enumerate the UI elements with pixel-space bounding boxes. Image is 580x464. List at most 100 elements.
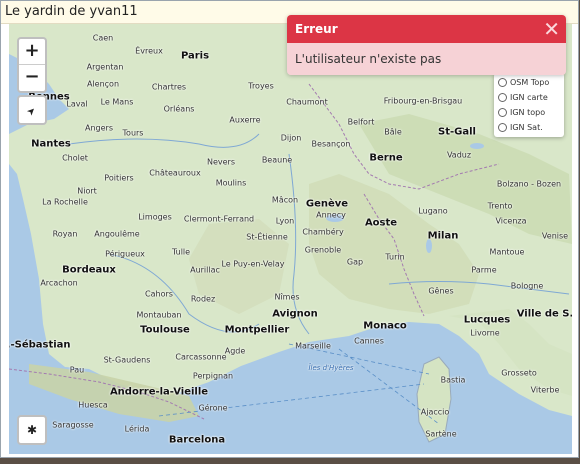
city-label: Poitiers [104,173,134,183]
city-label: Paris [180,50,210,62]
city-label: Chartres [151,82,187,92]
city-label: Montpellier [224,324,290,336]
toast-message: L'utilisateur n'existe pas [287,43,566,75]
city-label: Milan [427,230,459,242]
city-label: Tours [122,128,144,138]
zoom-control: + − [17,37,47,93]
city-label: Orléans [163,104,195,114]
city-label: Chaumont [286,97,328,107]
toast-header: Erreur ✕ [287,15,566,43]
layer-switcher: OSM Topo IGN carte IGN topo IGN Sat. [494,73,564,137]
city-label: Bolzano - Bozen [496,179,562,189]
radio-button[interactable] [498,123,507,132]
city-label: Gênes [428,286,454,296]
city-label: Sartène [425,429,457,439]
city-label: Le Puy-en-Velay [221,259,285,269]
layer-label: IGN topo [510,108,546,117]
layer-option-ign-topo[interactable]: IGN topo [494,105,564,120]
city-label: Royan [52,229,78,239]
radio-button[interactable] [498,108,507,117]
city-label: Angoulême [94,229,140,239]
city-label: Barcelona [168,434,226,446]
city-label: Belfort [347,117,375,127]
city-label: Montauban [136,310,182,320]
city-label: Mantoue [489,247,525,257]
city-label: Laval [66,99,88,109]
layer-option-ign-sat[interactable]: IGN Sat. [494,120,564,135]
city-label: Nantes [31,138,71,150]
city-label: Berne [369,152,403,164]
city-label: Venise [541,231,569,241]
city-label: Grenoble [304,245,342,255]
close-icon[interactable]: ✕ [543,15,560,43]
city-label: Livorne [470,328,500,338]
city-label: Gap [346,257,364,267]
city-label: Perpignan [192,371,234,381]
city-label: Rodez [190,294,216,304]
city-label: Turin [385,252,405,262]
city-label: Huesca [78,400,108,410]
city-label: Genève [305,198,349,210]
city-label: Besançon [311,139,351,149]
city-label: Nevers [206,157,236,167]
city-label: Niort [77,186,97,196]
city-label: Arcachon [40,278,78,288]
city-label: Lyon [275,216,295,226]
city-label: Cholet [62,153,88,163]
city-label: Parme [471,265,497,275]
city-label: Fribourg-en-Brisgau [383,96,463,106]
city-label: Lugano [418,206,448,216]
city-label: Bologne [510,281,544,291]
city-label: Chambéry [302,227,344,237]
radio-button[interactable] [498,78,507,87]
city-label: Saragosse [52,420,94,430]
city-label: Aurillac [190,265,220,275]
toast-title: Erreur [295,22,338,36]
city-label: Clermont-Ferrand [183,214,255,224]
city-label: Châteauroux [149,168,201,178]
city-label: Ville de S. [516,308,572,320]
city-label: Ajaccio [420,407,450,417]
city-label: Bastia [440,375,466,385]
city-label: Caen [92,33,114,43]
city-label: St-Gall [438,126,476,138]
layer-option-osm-topo[interactable]: OSM Topo [494,75,564,90]
locate-button[interactable]: ➤ [17,95,47,125]
map-view[interactable]: Caen Évreux Paris Argentan Chartres Alen… [9,24,572,454]
city-label: Le Mans [100,97,134,107]
map-background [9,54,572,454]
city-label: Monaco [363,320,407,332]
city-label: Limoges [138,212,172,222]
city-label: Annecy [316,210,346,220]
city-label: Mâcon [271,195,299,205]
city-label: Agde [224,346,246,356]
city-label: Alençon [86,79,120,89]
city-label: Vaduz [446,150,472,160]
zoom-in-button[interactable]: + [19,39,45,65]
city-label: Bâle [384,127,402,137]
city-label: Dijon [280,133,302,143]
city-label: Bordeaux [62,264,116,276]
city-label: Viterbe [530,385,560,395]
city-label: S.-Sébastian [9,339,71,351]
city-label: Angers [85,123,113,133]
city-label: Toulouse [140,324,190,336]
city-label: Vicenza [495,216,527,226]
zoom-out-button[interactable]: − [19,65,45,91]
app-window: Le yardin de yvan11 Caen Évreux Paris Ar… [0,0,579,458]
city-label: Évreux [135,46,163,56]
city-label: Grosseto [501,368,537,378]
city-label: Nîmes [274,292,300,302]
layer-label: IGN Sat. [510,123,543,132]
city-label: Marseille [295,341,331,351]
city-label: St-Gaudens [103,355,151,365]
settings-button[interactable]: ✱ [17,415,47,445]
city-label: Cannes [354,336,384,346]
city-label: Gérone [198,403,228,413]
city-label: La Rochelle [42,197,88,207]
radio-button[interactable] [498,93,507,102]
city-label: Troyes [248,81,274,91]
city-label: Tulle [171,247,191,257]
city-label: Carcassonne [175,352,227,362]
layer-option-ign-carte[interactable]: IGN carte [494,90,564,105]
